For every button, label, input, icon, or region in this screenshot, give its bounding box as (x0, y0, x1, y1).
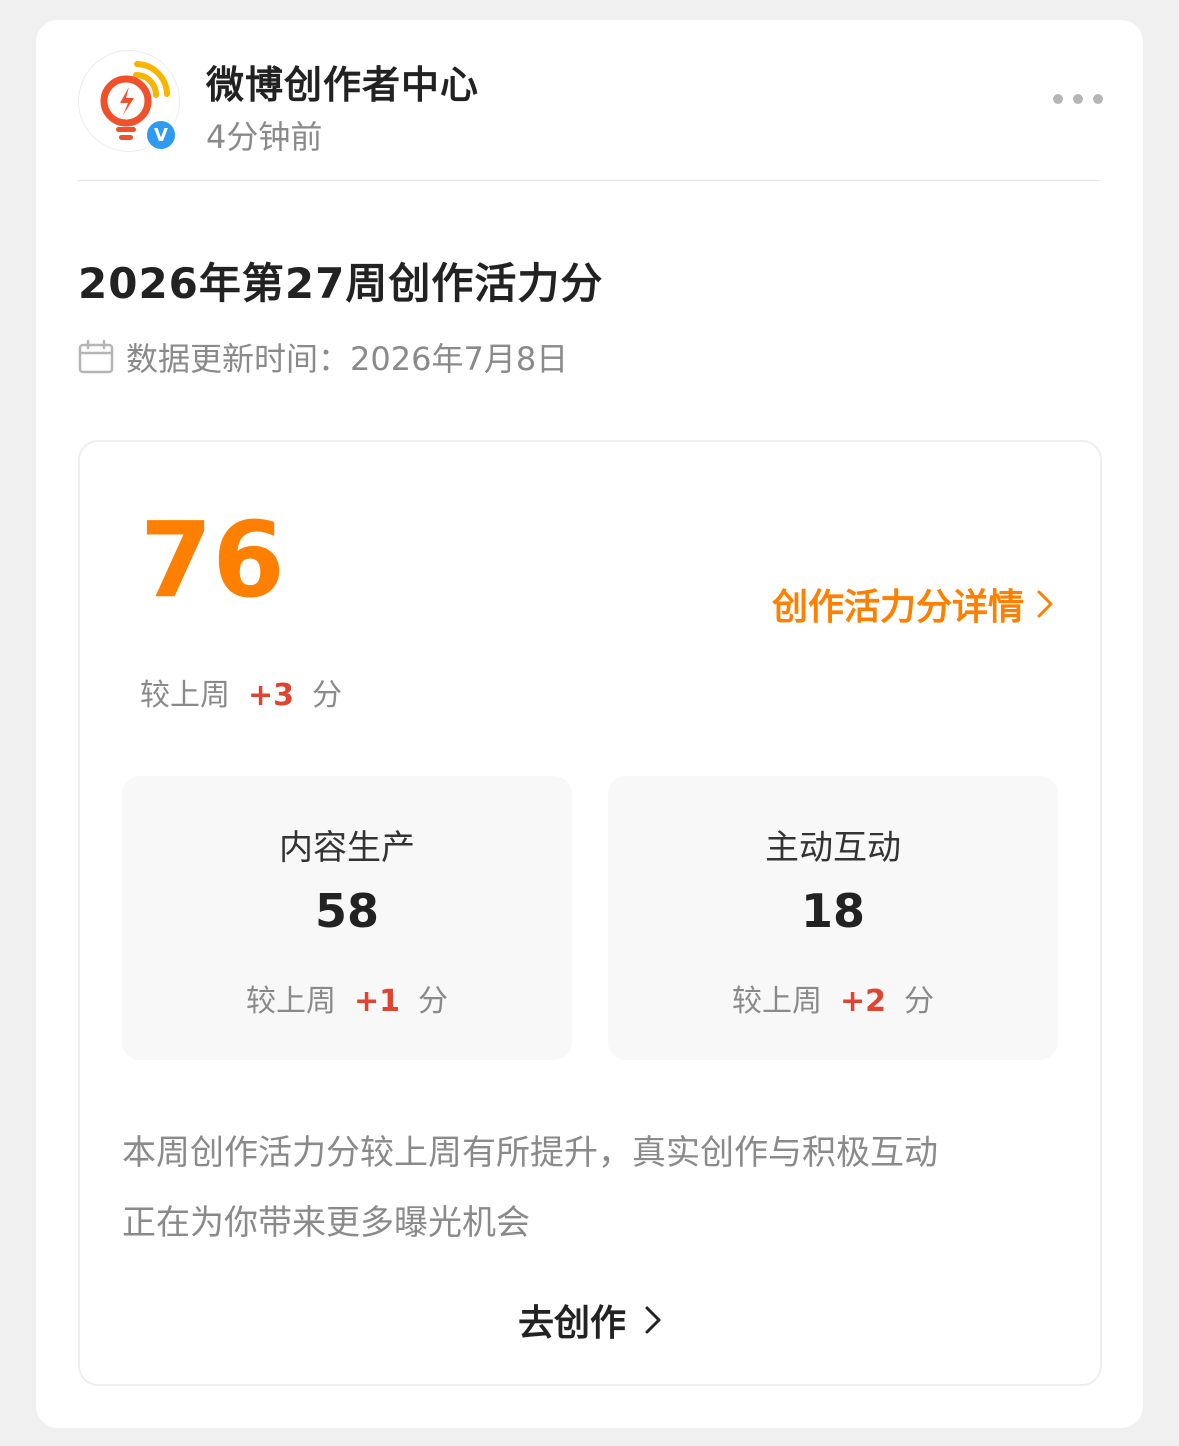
score-week-change: 较上周 +3 分 (140, 670, 342, 714)
update-date: 2026年7月8日 (350, 340, 569, 378)
metric-value: 58 (314, 884, 379, 938)
go-create-label: 去创作 (517, 1303, 626, 1344)
metric-unit: 分 (418, 984, 448, 1019)
post-card: V 微博创作者中心 4分钟前 2026年第27周创作活力分 数据更新时间： 20… (36, 20, 1143, 1428)
chevron-right-icon (1037, 590, 1053, 618)
metric-card-active-interaction: 主动互动 18 较上周 +2 分 (608, 776, 1058, 1060)
verified-badge-icon: V (144, 118, 178, 152)
summary-line: 正在为你带来更多曝光机会 (122, 1203, 530, 1243)
compare-prefix: 较上周 (140, 678, 230, 713)
header-divider (78, 180, 1101, 181)
score-delta: +3 (248, 678, 295, 713)
activity-score: 76 (140, 499, 285, 621)
summary-text: 本周创作活力分较上周有所提升，真实创作与积极互动 正在为你带来更多曝光机会 (122, 1118, 1062, 1258)
metric-label: 主动互动 (765, 828, 901, 868)
metric-week-change: 较上周 +1 分 (122, 976, 572, 1020)
metric-delta: +1 (353, 984, 400, 1019)
compare-prefix: 较上周 (245, 984, 336, 1019)
update-label: 数据更新时间： (126, 340, 351, 378)
post-time: 4分钟前 (206, 118, 323, 156)
go-create-button[interactable]: 去创作 (80, 1294, 1100, 1346)
metric-value: 18 (800, 884, 865, 938)
dot (1053, 94, 1063, 104)
metric-week-change: 较上周 +2 分 (608, 976, 1058, 1020)
metric-label: 内容生产 (279, 828, 415, 868)
more-dots-icon[interactable] (1053, 94, 1103, 104)
metric-card-content-production: 内容生产 58 较上周 +1 分 (122, 776, 572, 1060)
metric-unit: 分 (904, 984, 934, 1019)
report-title: 2026年第27周创作活力分 (78, 259, 604, 308)
score-detail-link[interactable]: 创作活力分详情 (772, 578, 1054, 630)
score-panel: 76 创作活力分详情 较上周 +3 分 内容生产 58 较上周 +1 分 主动互… (78, 440, 1102, 1386)
detail-link-label: 创作活力分详情 (771, 587, 1024, 628)
score-unit: 分 (312, 678, 343, 713)
update-time-row: 数据更新时间： 2026年7月8日 (78, 334, 568, 380)
account-name[interactable]: 微博创作者中心 (206, 54, 479, 109)
calendar-icon (78, 339, 114, 374)
chevron-right-icon (645, 1306, 661, 1334)
summary-line: 本周创作活力分较上周有所提升，真实创作与积极互动 (122, 1133, 938, 1173)
metric-delta: +2 (839, 984, 886, 1019)
compare-prefix: 较上周 (731, 984, 822, 1019)
dot (1073, 94, 1083, 104)
dot (1093, 94, 1103, 104)
